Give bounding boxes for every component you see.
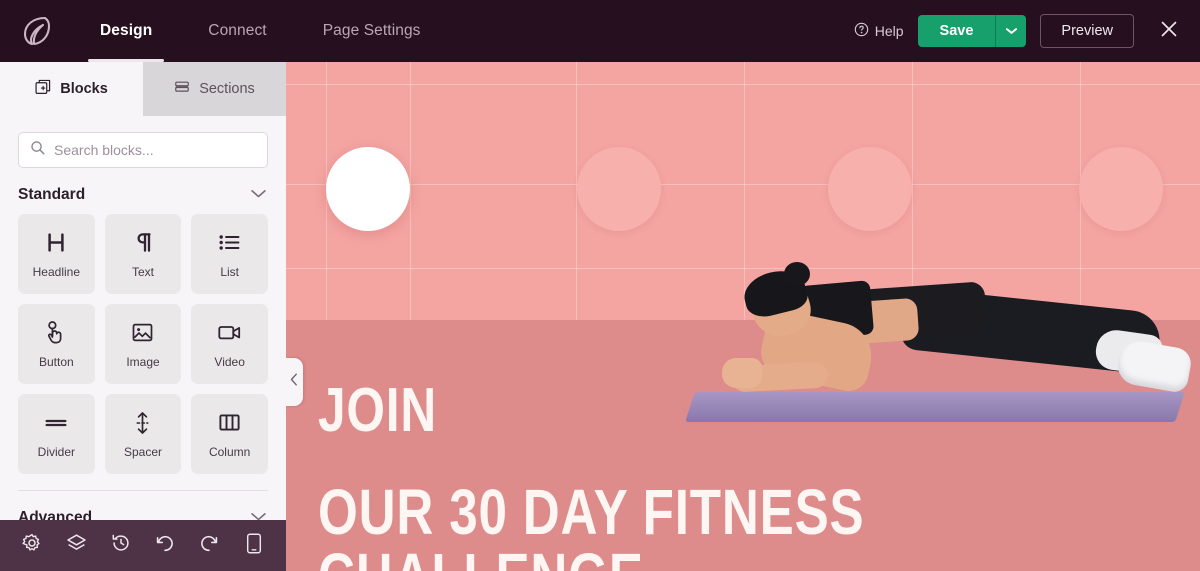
chevron-left-icon — [290, 373, 298, 391]
blocks-icon — [35, 79, 51, 99]
question-circle-icon — [854, 22, 869, 40]
block-tile-label: Button — [38, 354, 74, 369]
help-label: Help — [874, 23, 904, 39]
layers-icon — [66, 533, 87, 558]
header-actions: Help Save Preview — [854, 0, 1200, 62]
nav-label-page-settings: Page Settings — [322, 22, 421, 39]
sidebar-collapse-handle[interactable] — [286, 358, 303, 406]
block-tile-image[interactable]: Image — [104, 304, 182, 384]
search-box[interactable] — [18, 132, 268, 168]
tab-blocks-label: Blocks — [60, 81, 108, 97]
undo-arrow-icon — [155, 533, 175, 558]
sidebar-tabs: Blocks Sections — [0, 62, 286, 116]
image-picture-icon — [132, 320, 153, 346]
block-tile-grid: Headline Text List Button Image Video Di… — [0, 214, 286, 474]
block-tile-column[interactable]: Column — [191, 394, 268, 474]
wall-circle — [828, 147, 912, 231]
chevron-down-icon — [1005, 22, 1017, 40]
block-tile-label: Video — [214, 354, 245, 369]
app-root: Design Connect Page Settings Help Save P… — [0, 0, 1200, 571]
save-label: Save — [939, 23, 974, 39]
block-tile-text[interactable]: Text — [104, 214, 182, 294]
search-area — [0, 116, 286, 168]
divider-lines-icon — [45, 410, 67, 436]
wall-circle — [577, 147, 661, 231]
save-dropdown-button[interactable] — [995, 15, 1027, 47]
block-tile-label: Divider — [37, 444, 75, 459]
columns-icon — [219, 410, 240, 436]
layers-button[interactable] — [59, 529, 93, 563]
nav-item-page-settings[interactable]: Page Settings — [295, 0, 449, 62]
left-sidebar: Blocks Sections Search blocks... Standar… — [0, 62, 286, 520]
save-button[interactable]: Save — [917, 15, 996, 47]
chevron-down-icon[interactable] — [251, 509, 266, 520]
block-tile-label: List — [220, 264, 239, 279]
hero-headline-block[interactable]: JOIN OUR 30 DAY FITNESS CHALLENGE — [318, 380, 1178, 571]
app-logo[interactable] — [0, 0, 72, 62]
block-tile-list[interactable]: List — [191, 214, 268, 294]
block-tile-label: Headline — [32, 264, 81, 279]
page-canvas[interactable]: JOIN OUR 30 DAY FITNESS CHALLENGE — [286, 62, 1200, 571]
click-pointer-icon — [46, 320, 66, 346]
headline-h-icon — [46, 230, 66, 256]
block-tile-divider[interactable]: Divider — [18, 394, 95, 474]
nav-label-design: Design — [100, 22, 153, 39]
block-tile-button[interactable]: Button — [18, 304, 95, 384]
wall-circle — [326, 147, 410, 231]
redo-arrow-icon — [199, 533, 219, 558]
video-camera-icon — [218, 320, 241, 346]
preview-label: Preview — [1061, 23, 1113, 39]
redo-button[interactable] — [192, 529, 226, 563]
wall-circle — [1079, 147, 1163, 231]
main-nav: Design Connect Page Settings — [72, 0, 449, 62]
block-tile-label: Column — [208, 444, 251, 459]
settings-button[interactable] — [15, 529, 49, 563]
sections-icon — [174, 79, 190, 99]
block-tile-label: Spacer — [123, 444, 162, 459]
group-title-advanced: Advanced — [18, 509, 93, 520]
nav-item-connect[interactable]: Connect — [180, 0, 294, 62]
mobile-device-icon — [246, 533, 262, 559]
close-icon — [1160, 20, 1178, 43]
history-button[interactable] — [104, 529, 138, 563]
close-button[interactable] — [1152, 14, 1186, 48]
gear-settings-icon — [22, 533, 42, 558]
nav-label-connect: Connect — [208, 22, 267, 39]
chevron-down-icon[interactable] — [251, 186, 266, 204]
help-button[interactable]: Help — [854, 22, 904, 40]
group-header-advanced[interactable]: Advanced — [0, 491, 286, 520]
group-title-standard: Standard — [18, 186, 86, 203]
undo-button[interactable] — [148, 529, 182, 563]
vertical-arrows-icon — [135, 410, 150, 436]
bullet-list-icon — [219, 230, 240, 256]
leaf-logo-icon — [21, 15, 51, 47]
hero-headline-line-2: OUR 30 DAY FITNESS CHALLENGE — [318, 476, 865, 571]
history-clock-icon — [111, 533, 131, 558]
hero-headline-line-1: JOIN — [318, 376, 437, 445]
grid-line — [410, 62, 411, 320]
grid-line — [286, 184, 1200, 185]
paragraph-pilcrow-icon — [134, 230, 152, 256]
block-tile-video[interactable]: Video — [191, 304, 268, 384]
block-tile-headline[interactable]: Headline — [18, 214, 95, 294]
top-header: Design Connect Page Settings Help Save P… — [0, 0, 1200, 62]
tab-blocks[interactable]: Blocks — [0, 62, 143, 116]
block-tile-label: Image — [126, 354, 160, 369]
preview-button[interactable]: Preview — [1040, 14, 1134, 48]
block-tile-label: Text — [131, 264, 154, 279]
nav-item-design[interactable]: Design — [72, 0, 180, 62]
block-tile-spacer[interactable]: Spacer — [104, 394, 182, 474]
save-button-group: Save — [917, 15, 1027, 47]
grid-line — [286, 84, 1200, 85]
group-header-standard[interactable]: Standard — [0, 168, 286, 214]
device-preview-button[interactable] — [237, 529, 271, 563]
tab-sections[interactable]: Sections — [143, 62, 286, 116]
search-icon — [30, 140, 45, 160]
search-input[interactable] — [54, 142, 256, 158]
tab-sections-label: Sections — [199, 81, 255, 97]
bottom-toolbar — [0, 520, 286, 571]
